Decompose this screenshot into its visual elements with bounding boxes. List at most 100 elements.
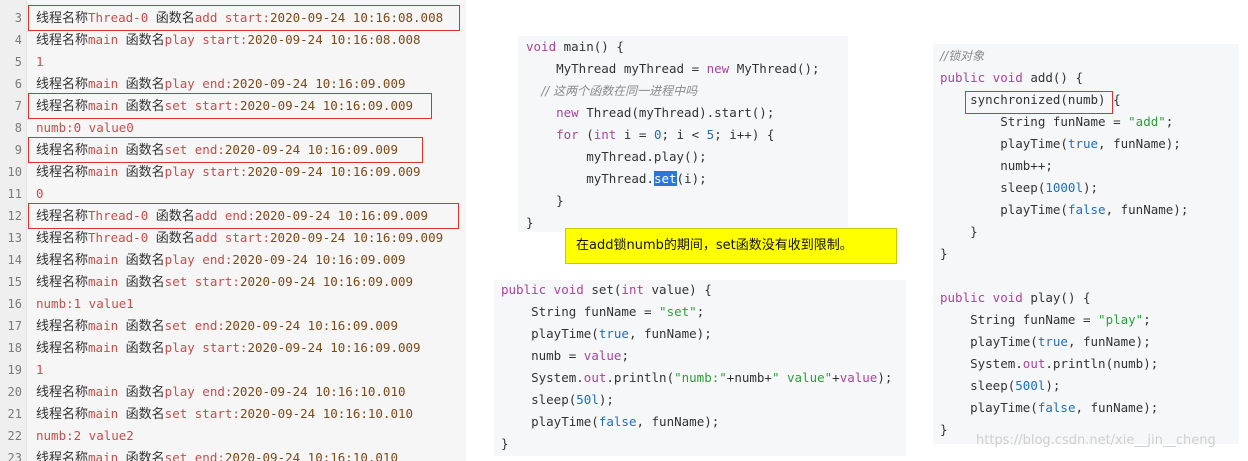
- code-token: numb =: [501, 348, 584, 363]
- code-token: sleep(: [940, 378, 1016, 393]
- log-segment: play end:: [164, 252, 233, 267]
- code-token: public void: [940, 70, 1031, 85]
- line-number: 4: [14, 33, 22, 47]
- code-token: value: [839, 370, 878, 385]
- code-token: }: [526, 193, 564, 208]
- log-segment: 函数名: [125, 385, 165, 400]
- log-text: 线程名称Thread-0 函数名add start:2020-09-24 10:…: [36, 227, 443, 250]
- code-token: true: [1037, 334, 1068, 349]
- log-text: 线程名称Thread-0 函数名add end:2020-09-24 10:16…: [36, 205, 428, 228]
- log-segment: 2020-09-24 10:16:09.009: [239, 274, 414, 289]
- code-token: MyThread();: [736, 61, 820, 76]
- code-token: i =: [623, 127, 654, 142]
- code-token: }: [940, 246, 948, 261]
- code-token: String funName =: [940, 114, 1129, 129]
- code-token: "play": [1098, 312, 1144, 327]
- code-token: (i);: [676, 171, 707, 186]
- log-segment: 2020-09-24 10:16:09.009: [224, 318, 398, 333]
- log-segment: add start:: [194, 230, 271, 245]
- line-number: 10: [7, 165, 22, 179]
- code-token: playTime(: [940, 334, 1038, 349]
- code-token: +numb+: [726, 370, 772, 385]
- code-token: ;: [696, 304, 705, 319]
- line-number: 18: [7, 341, 22, 355]
- log-text: 线程名称main 函数名set end:2020-09-24 10:16:10.…: [36, 447, 398, 461]
- log-text: 线程名称main 函数名set start:2020-09-24 10:16:0…: [36, 271, 413, 294]
- code-token: .println(: [606, 370, 675, 385]
- line-number: 15: [7, 275, 22, 289]
- log-segment: set start:: [164, 406, 240, 421]
- line-number: 11: [7, 187, 22, 201]
- code-token: value: [583, 348, 622, 363]
- log-text: 1: [36, 359, 44, 381]
- code-token: 50l: [576, 392, 599, 407]
- code-token: // 这两个函数在同一进程中吗: [526, 84, 698, 98]
- code-token: "add": [1128, 114, 1166, 129]
- log-segment: play end:: [164, 76, 233, 91]
- log-segment: 函数名: [125, 319, 165, 334]
- code-line: String funName = "add";: [940, 111, 1173, 133]
- code-token: playTime(: [940, 400, 1038, 415]
- code-line: myThread.play();: [526, 146, 706, 168]
- code-token: out: [1022, 356, 1046, 371]
- code-line: numb++;: [940, 155, 1053, 177]
- code-token: "numb:": [674, 370, 727, 385]
- code-line: playTime(false, funName);: [501, 411, 719, 433]
- code-token: sleep(: [940, 180, 1046, 195]
- log-segment: main: [88, 142, 126, 157]
- code-token: ;: [1143, 312, 1151, 327]
- code-token: play() {: [1030, 290, 1091, 305]
- code-line: public void add() {: [940, 67, 1083, 89]
- code-token: main() {: [563, 39, 624, 54]
- log-text: 1: [36, 51, 44, 73]
- code-line: }: [526, 212, 534, 232]
- code-token: .println(numb);: [1045, 356, 1159, 371]
- code-token: new: [706, 61, 737, 76]
- log-text: 线程名称main 函数名play start:2020-09-24 10:16:…: [36, 29, 421, 52]
- code-token: int: [621, 282, 652, 297]
- code-token: false: [1037, 400, 1076, 415]
- code-line: playTime(true, funName);: [940, 331, 1151, 353]
- code-line: sleep(500l);: [940, 375, 1060, 397]
- log-segment: 线程名称: [36, 341, 89, 356]
- code-line: playTime(false, funName);: [940, 199, 1188, 221]
- log-segment: play start:: [164, 164, 248, 179]
- code-token: false: [1067, 202, 1106, 217]
- code-token: synchronized(numb) {: [940, 92, 1121, 107]
- code-token: true: [598, 326, 629, 341]
- log-segment: 2020-09-24 10:16:09.009: [270, 230, 444, 245]
- code-token: value) {: [651, 282, 712, 297]
- log-segment: main: [88, 384, 126, 399]
- code-panel-add-play: //锁对象 public void add() { synchronized(nu…: [933, 44, 1239, 444]
- code-line: synchronized(numb) {: [940, 89, 1121, 111]
- code-token: , funName);: [628, 326, 712, 341]
- log-segment: main: [88, 340, 126, 355]
- log-segment: 0: [36, 186, 44, 201]
- line-number: 14: [7, 253, 22, 267]
- line-number: 19: [7, 363, 22, 377]
- log-text: 线程名称main 函数名play end:2020-09-24 10:16:09…: [36, 73, 406, 96]
- log-segment: 1: [36, 54, 44, 69]
- code-line: System.out.println("numb:"+numb+" value"…: [501, 367, 892, 389]
- code-token: public void: [501, 282, 592, 297]
- code-token: }: [526, 215, 534, 230]
- log-segment: 线程名称: [36, 165, 89, 180]
- line-number: 23: [7, 451, 22, 461]
- log-segment: 线程名称: [36, 99, 89, 114]
- code-token: false: [598, 414, 637, 429]
- code-token: sleep(: [501, 392, 577, 407]
- log-segment: 函数名: [125, 275, 165, 290]
- code-token: playTime(: [940, 136, 1068, 151]
- line-number: 9: [14, 143, 22, 157]
- code-line: // 这两个函数在同一进程中吗: [526, 80, 697, 102]
- log-segment: main: [88, 274, 126, 289]
- log-segment: set end:: [164, 318, 225, 333]
- line-number: 20: [7, 385, 22, 399]
- log-segment: 线程名称: [36, 451, 89, 461]
- line-number: 21: [7, 407, 22, 421]
- log-segment: 函数名: [125, 33, 165, 48]
- code-token: ;: [1165, 114, 1174, 129]
- code-token: int: [593, 127, 624, 142]
- code-line: playTime(false, funName);: [940, 397, 1158, 419]
- code-line: MyThread myThread = new MyThread();: [526, 58, 820, 80]
